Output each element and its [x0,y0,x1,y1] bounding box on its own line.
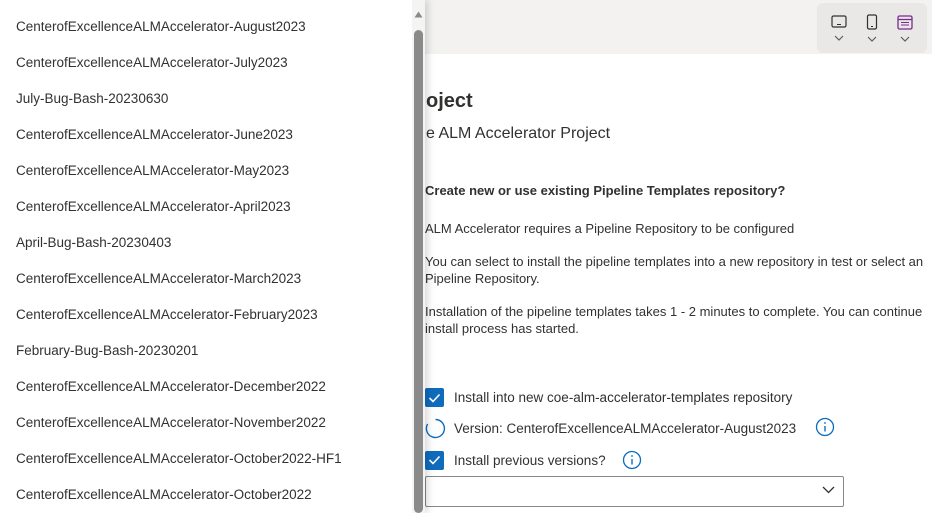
dropdown-option[interactable]: CenterofExcellenceALMAccelerator-October… [0,476,412,512]
phone-preview-button[interactable] [858,8,886,48]
dropdown-options: CenterofExcellenceALMAccelerator-August2… [0,8,412,512]
chevron-down-icon [834,35,844,41]
dropdown-option[interactable]: CenterofExcellenceALMAccelerator-Decembe… [0,368,412,404]
version-label: Version: CenterofExcellenceALMAccelerato… [454,421,797,436]
install-new-repo-option: Install into new coe-alm-accelerator-tem… [425,388,792,407]
dropdown-option[interactable]: CenterofExcellenceALMAccelerator-July202… [0,44,412,80]
info-icon[interactable] [815,417,835,437]
install-previous-label: Install previous versions? [454,452,606,468]
previous-version-combobox[interactable] [425,476,844,507]
dropdown-option[interactable]: CenterofExcellenceALMAccelerator-June202… [0,116,412,152]
dropdown-option[interactable]: April-Bug-Bash-20230403 [0,224,412,260]
install-previous-option: Install previous versions? [425,450,642,470]
dropdown-option[interactable]: July-Bug-Bash-20230630 [0,80,412,116]
page-title: oject [426,90,473,112]
page-subtitle: e ALM Accelerator Project [426,125,611,142]
description-paragraph: You can select to install the pipeline t… [425,254,924,286]
web-icon [896,14,913,30]
install-new-repo-label: Install into new coe-alm-accelerator-tem… [454,390,793,405]
dropdown-option[interactable]: CenterofExcellenceALMAccelerator-May2023 [0,152,412,188]
dropdown-option[interactable]: CenterofExcellenceALMAccelerator-April20… [0,188,412,224]
tablet-icon [831,15,847,28]
scroll-up-arrow-icon[interactable] [414,11,423,18]
install-previous-checkbox[interactable] [425,450,444,470]
info-icon[interactable] [622,450,642,470]
dropdown-option[interactable]: CenterofExcellenceALMAccelerator-October… [0,440,412,476]
device-preview-toolbar [817,3,927,53]
dropdown-option[interactable]: February-Bug-Bash-20230201 [0,332,412,368]
scrollbar-thumb[interactable] [414,30,423,513]
install-new-repo-checkbox[interactable] [425,388,444,407]
dropdown-option[interactable]: CenterofExcellenceALMAccelerator-August2… [0,8,412,44]
spinner-icon [425,418,446,439]
checkmark-icon [428,393,441,403]
chevron-down-icon [900,36,910,42]
description-paragraph: ALM Accelerator requires a Pipeline Repo… [425,221,795,236]
section-heading: Create new or use existing Pipeline Temp… [425,183,786,198]
chevron-down-icon [867,36,877,42]
phone-icon [866,14,878,30]
checkmark-icon [428,455,441,465]
dropdown-option[interactable]: CenterofExcellenceALMAccelerator-Novembe… [0,404,412,440]
dropdown-option[interactable]: CenterofExcellenceALMAccelerator-March20… [0,260,412,296]
description-paragraph: Installation of the pipeline templates t… [425,304,923,336]
chevron-down-icon [822,486,835,494]
dropdown-scrollbar[interactable] [412,0,425,513]
version-status: Version: CenterofExcellenceALMAccelerato… [425,418,796,439]
tablet-preview-button[interactable] [825,8,853,48]
web-preview-button[interactable] [891,8,919,48]
version-dropdown-list: CenterofExcellenceALMAccelerator-August2… [0,0,425,513]
dropdown-option[interactable]: CenterofExcellenceALMAccelerator-Februar… [0,296,412,332]
